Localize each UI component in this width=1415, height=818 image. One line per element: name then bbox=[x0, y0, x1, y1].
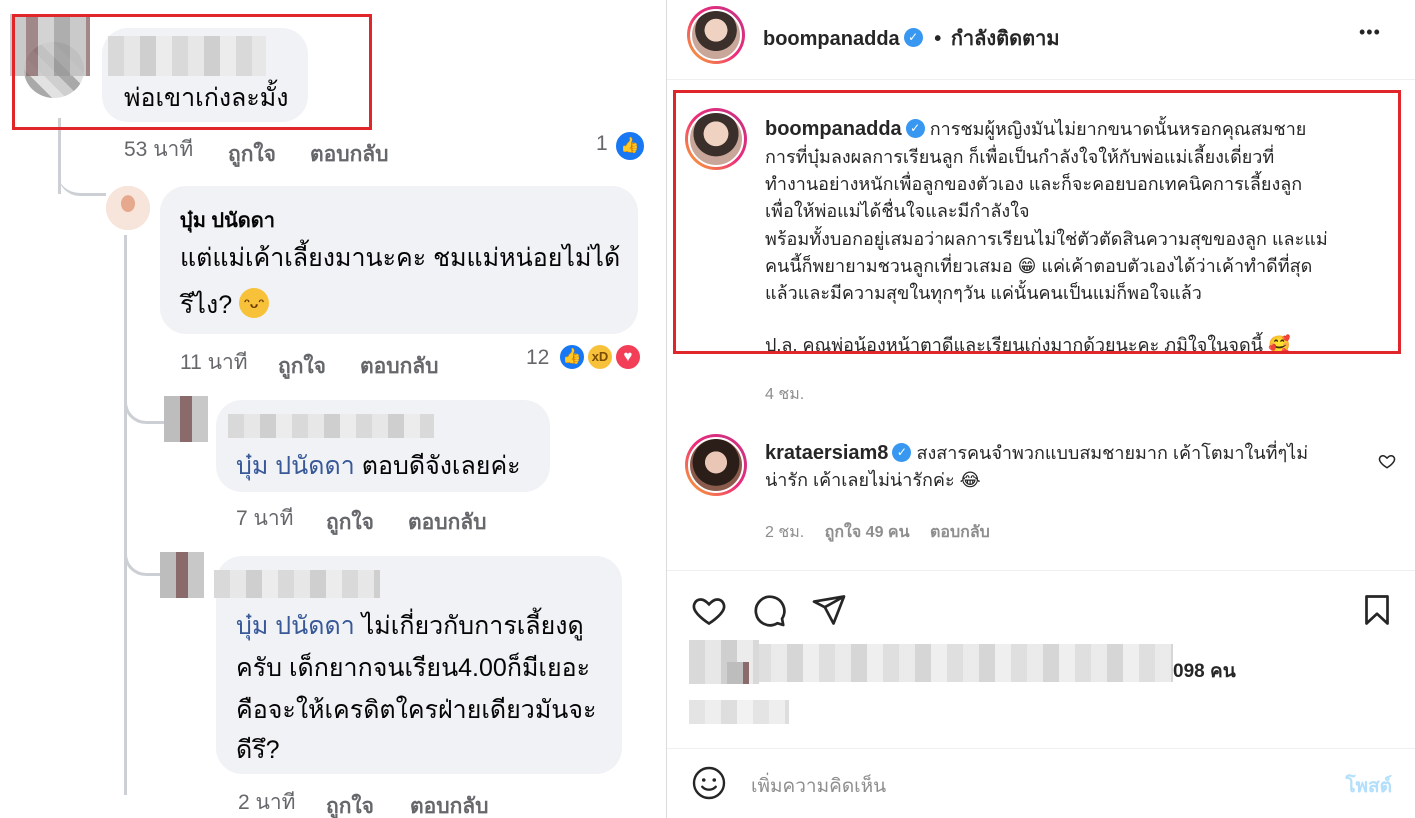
header-username[interactable]: boompanadda ✓ • กำลังติดตาม bbox=[763, 22, 1060, 54]
instagram-post-panel: boompanadda ✓ • กำลังติดตาม ••• boompanad… bbox=[666, 0, 1415, 818]
verified-badge-icon: ✓ bbox=[903, 28, 923, 48]
love-reaction-icon[interactable]: ♥ bbox=[614, 343, 642, 371]
mention-link[interactable]: บุ๋ม ปนัดดา bbox=[236, 452, 355, 480]
caption-time[interactable]: 4 ชม. bbox=[765, 382, 804, 407]
like-reaction-icon[interactable]: 👍 bbox=[558, 343, 586, 371]
reaction-count: 12 bbox=[526, 346, 550, 369]
comment-author-name[interactable]: บุ๋ม ปนัดดา bbox=[180, 204, 275, 236]
blurred-liker-avatar bbox=[727, 662, 749, 684]
like-link[interactable]: ถูกใจ bbox=[228, 138, 276, 171]
thread-curve bbox=[58, 160, 106, 196]
mention-link[interactable]: บุ๋ม ปนัดดา bbox=[236, 612, 355, 640]
comment-text-line: แต่แม่เค้าเลี้ยงมานะคะ ชมแม่หน่อยไม่ได้ bbox=[180, 244, 621, 272]
reply-link[interactable]: ตอบกลับ bbox=[408, 506, 487, 539]
blurred-likes-text bbox=[755, 644, 1173, 682]
comment-time[interactable]: 7 นาที bbox=[236, 502, 294, 535]
commenter-avatar[interactable] bbox=[685, 434, 747, 496]
like-reaction-icon[interactable]: 👍 bbox=[614, 130, 646, 162]
comment-likes[interactable]: ถูกใจ 49 คน bbox=[825, 524, 910, 541]
reply-thread-curve bbox=[124, 540, 164, 576]
add-comment-bar: เพิ่มความคิดเห็น โพสต์ bbox=[667, 748, 1415, 818]
header-separator: • bbox=[934, 28, 942, 50]
reply-link[interactable]: ตอบกลับ bbox=[360, 350, 439, 383]
blurred-commenter-name bbox=[214, 570, 380, 598]
post-header: boompanadda ✓ • กำลังติดตาม ••• bbox=[667, 0, 1415, 80]
grin-emoji-icon: ᵔᴗᵔ bbox=[239, 288, 270, 319]
comment-meta: 2 ชม. ถูกใจ 49 คน ตอบกลับ bbox=[765, 520, 990, 545]
author-avatar[interactable] bbox=[106, 186, 150, 230]
verified-badge-icon: ✓ bbox=[892, 442, 912, 462]
comment-time[interactable]: 2 นาที bbox=[238, 786, 296, 818]
heart-icon[interactable] bbox=[691, 592, 727, 628]
comment-heart-icon[interactable] bbox=[1378, 452, 1396, 470]
reaction-count: 1 bbox=[596, 132, 608, 155]
reply-link[interactable]: ตอบกลับ bbox=[310, 138, 389, 171]
reply-thread-line bbox=[124, 235, 127, 795]
like-link[interactable]: ถูกใจ bbox=[326, 506, 374, 539]
comment-text-line: ครับ เด็กยากจนเรียน4.00ก็มีเยอะ bbox=[236, 654, 591, 682]
highlight-box bbox=[12, 14, 372, 130]
follow-status[interactable]: กำลังติดตาม bbox=[951, 28, 1060, 50]
bookmark-icon[interactable] bbox=[1359, 592, 1395, 628]
comment-text-line: ดีรึ? bbox=[236, 736, 280, 764]
post-button[interactable]: โพสต์ bbox=[1345, 771, 1392, 801]
highlight-box bbox=[673, 90, 1401, 354]
comment-input[interactable]: เพิ่มความคิดเห็น bbox=[751, 771, 886, 801]
reply-link[interactable]: ตอบกลับ bbox=[410, 790, 489, 818]
divider bbox=[667, 570, 1415, 571]
comment-text-line: คือจะให้เครดิตใครฝ่ายเดียวมันจะ bbox=[236, 696, 597, 724]
reply-thread-curve bbox=[124, 388, 164, 424]
comment-icon[interactable] bbox=[751, 592, 787, 628]
comment-username[interactable]: krataersiam8 bbox=[765, 442, 888, 464]
more-options-icon[interactable]: ••• bbox=[1359, 22, 1381, 43]
like-link[interactable]: ถูกใจ bbox=[326, 790, 374, 818]
likes-count[interactable]: 098 คน bbox=[1173, 656, 1236, 686]
like-link[interactable]: ถูกใจ bbox=[278, 350, 326, 383]
comment-text-line: บุ๋ม ปนัดดา ไม่เกี่ยวกับการเลี้ยงดู bbox=[236, 612, 584, 640]
comment-time[interactable]: 11 นาที bbox=[180, 346, 248, 379]
haha-reaction-icon[interactable]: xD bbox=[586, 343, 614, 371]
comment-line: น่ารัก เค้าเลยไม่น่ารักค่ะ 😂 bbox=[765, 470, 981, 490]
comment-text: บุ๋ม ปนัดดา ตอบดีจังเลยค่ะ bbox=[236, 452, 521, 480]
blurred-text bbox=[689, 700, 789, 724]
comment-time[interactable]: 2 ชม. bbox=[765, 524, 804, 541]
profile-avatar[interactable] bbox=[687, 6, 745, 64]
screenshot-composite: พ่อเขาเก่งละมั้ง 53 นาที ถูกใจ ตอบกลับ 1… bbox=[0, 0, 1415, 818]
comment-line: krataersiam8 ✓ สงสารคนจำพวกแบบสมชายมาก เค… bbox=[765, 442, 1309, 464]
comment-text-line: รึไง? ᵔᴗᵔ bbox=[180, 285, 270, 325]
comment-time[interactable]: 53 นาที bbox=[124, 133, 193, 166]
share-icon[interactable] bbox=[811, 592, 847, 628]
blurred-avatar bbox=[164, 396, 208, 442]
blurred-commenter-name bbox=[228, 414, 434, 438]
facebook-comment-thread: พ่อเขาเก่งละมั้ง 53 นาที ถูกใจ ตอบกลับ 1… bbox=[0, 0, 665, 818]
emoji-icon[interactable] bbox=[691, 765, 727, 801]
blurred-avatar bbox=[160, 552, 204, 598]
comment-reply-button[interactable]: ตอบกลับ bbox=[930, 524, 990, 541]
